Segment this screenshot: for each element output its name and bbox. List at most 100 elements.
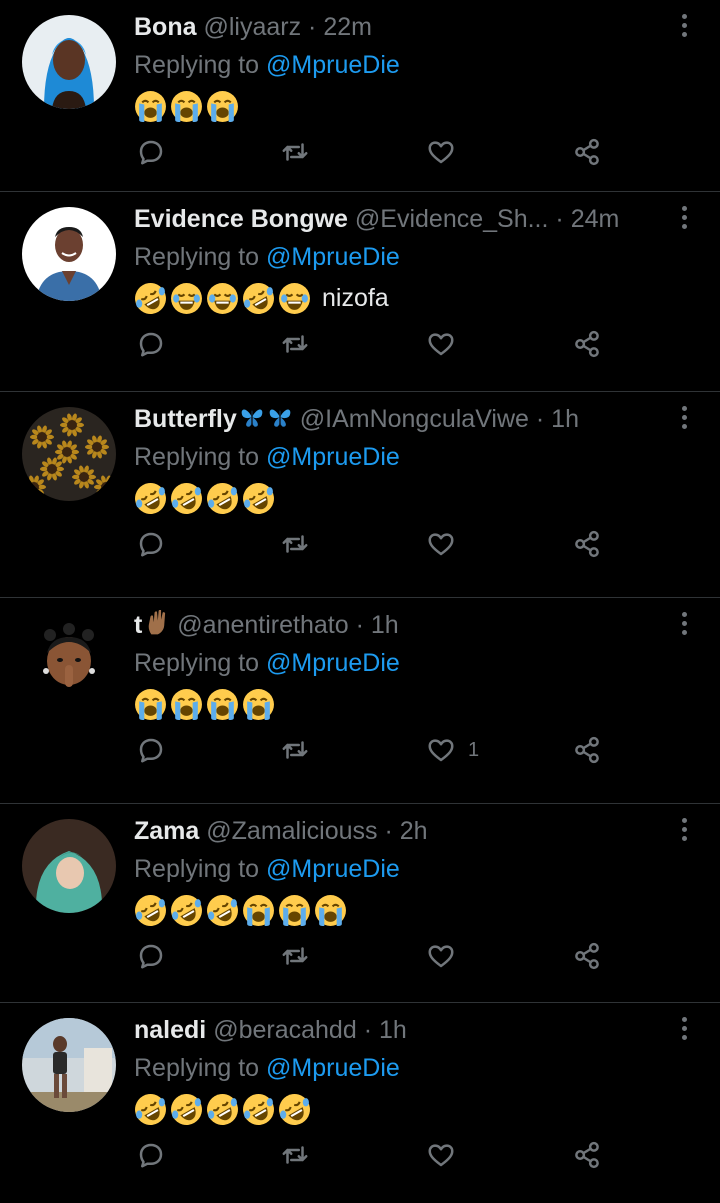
share-button[interactable]: [572, 132, 602, 172]
user-handle[interactable]: @Evidence_Sh...: [355, 205, 549, 233]
separator-dot: ·: [555, 205, 564, 233]
like-icon: [426, 529, 456, 559]
action-bar: [134, 524, 614, 564]
user-handle[interactable]: @liyaarz: [203, 13, 301, 41]
timestamp[interactable]: 1h: [379, 1016, 407, 1044]
like-button[interactable]: [426, 324, 456, 364]
tweet-header: Evidence Bongwe @Evidence_Sh... · 24m: [134, 202, 672, 236]
action-bar: [134, 132, 614, 172]
share-button[interactable]: [572, 524, 602, 564]
avatar[interactable]: [22, 15, 116, 109]
avatar[interactable]: [22, 819, 116, 913]
timestamp[interactable]: 2h: [400, 817, 428, 845]
like-button[interactable]: [426, 132, 456, 172]
avatar[interactable]: [22, 613, 116, 707]
mention-link[interactable]: @MprueDie: [266, 443, 400, 471]
tweet-header: Bona @liyaarz · 22m: [134, 10, 672, 44]
display-name[interactable]: t: [134, 611, 142, 639]
retweet-button[interactable]: [280, 1135, 310, 1175]
like-button[interactable]: [426, 936, 456, 976]
share-icon: [572, 735, 602, 765]
more-options-icon[interactable]: [672, 406, 696, 434]
retweet-button[interactable]: [280, 524, 310, 564]
share-button[interactable]: [572, 324, 602, 364]
display-name[interactable]: Evidence Bongwe: [134, 205, 348, 233]
reply-button[interactable]: [136, 936, 166, 976]
retweet-button[interactable]: [280, 730, 310, 770]
cry-emoji-icon: [278, 894, 311, 927]
retweet-button[interactable]: [280, 132, 310, 172]
reply-button[interactable]: [136, 132, 166, 172]
share-button[interactable]: [572, 1135, 602, 1175]
more-options-icon[interactable]: [672, 206, 696, 234]
retweet-button[interactable]: [280, 936, 310, 976]
retweet-icon: [280, 735, 310, 765]
like-icon: [426, 137, 456, 167]
retweet-icon: [280, 529, 310, 559]
cry-emoji-icon: [170, 90, 203, 123]
reply-icon: [136, 137, 166, 167]
timestamp[interactable]: 1h: [371, 611, 399, 639]
reply-tweet[interactable]: Bona @liyaarz · 22m Replying to @MprueDie: [0, 0, 720, 192]
cry-emoji-icon: [242, 688, 275, 721]
more-options-icon[interactable]: [672, 818, 696, 846]
cry-emoji-icon: [314, 894, 347, 927]
display-name[interactable]: naledi: [134, 1016, 206, 1044]
reply-button[interactable]: [136, 730, 166, 770]
tweet-header: naledi @beracahdd · 1h: [134, 1013, 672, 1047]
joy-emoji-icon: [206, 282, 239, 315]
timestamp[interactable]: 22m: [323, 13, 372, 41]
user-handle[interactable]: @anentirethato: [177, 611, 348, 639]
user-handle[interactable]: @Zamaliciouss: [206, 817, 377, 845]
retweet-button[interactable]: [280, 324, 310, 364]
replying-to-label: Replying to: [134, 443, 260, 471]
tweet-body: [134, 686, 278, 722]
share-button[interactable]: [572, 730, 602, 770]
rofl-emoji-icon: [242, 1093, 275, 1126]
avatar[interactable]: [22, 1018, 116, 1112]
user-handle[interactable]: @IAmNongculaViwe: [300, 405, 529, 433]
like-icon: [426, 329, 456, 359]
replying-to: Replying to @MprueDie: [134, 442, 400, 472]
display-name[interactable]: Butterfly: [134, 405, 237, 433]
tweet-body: [134, 1091, 314, 1127]
rofl-emoji-icon: [170, 482, 203, 515]
rofl-emoji-icon: [278, 1093, 311, 1126]
like-button[interactable]: [426, 524, 456, 564]
avatar[interactable]: [22, 207, 116, 301]
mention-link[interactable]: @MprueDie: [266, 649, 400, 677]
rofl-emoji-icon: [134, 482, 167, 515]
reply-tweet[interactable]: Zama @Zamaliciouss · 2h Replying to @Mpru…: [0, 804, 720, 1003]
reply-tweet[interactable]: naledi @beracahdd · 1h Replying to @Mprue…: [0, 1003, 720, 1203]
mention-link[interactable]: @MprueDie: [266, 855, 400, 883]
like-icon: [426, 941, 456, 971]
like-button[interactable]: 1: [426, 730, 479, 770]
like-button[interactable]: [426, 1135, 456, 1175]
mention-link[interactable]: @MprueDie: [266, 1054, 400, 1082]
display-name[interactable]: Zama: [134, 817, 199, 845]
mention-link[interactable]: @MprueDie: [266, 51, 400, 79]
retweet-icon: [280, 941, 310, 971]
share-button[interactable]: [572, 936, 602, 976]
rofl-emoji-icon: [170, 1093, 203, 1126]
avatar[interactable]: [22, 407, 116, 501]
reply-tweet[interactable]: Evidence Bongwe @Evidence_Sh... · 24m Rep…: [0, 192, 720, 392]
user-handle[interactable]: @beracahdd: [213, 1016, 357, 1044]
reply-tweet[interactable]: t @anentirethato · 1h Replying to @MprueD…: [0, 598, 720, 804]
more-options-icon[interactable]: [672, 1017, 696, 1045]
timestamp[interactable]: 1h: [551, 405, 579, 433]
reply-button[interactable]: [136, 524, 166, 564]
tweet-header: Butterfly @IAmNongculaViwe · 1h: [134, 402, 672, 436]
reply-button[interactable]: [136, 1135, 166, 1175]
timestamp[interactable]: 24m: [571, 205, 620, 233]
tweet-body: [134, 480, 278, 516]
mention-link[interactable]: @MprueDie: [266, 243, 400, 271]
reply-button[interactable]: [136, 324, 166, 364]
display-name[interactable]: Bona: [134, 13, 197, 41]
rofl-emoji-icon: [206, 1093, 239, 1126]
more-options-icon[interactable]: [672, 612, 696, 640]
tweet-header: t @anentirethato · 1h: [134, 608, 672, 642]
reply-tweet[interactable]: Butterfly @IAmNongculaViwe · 1h Replying …: [0, 392, 720, 598]
replying-to: Replying to @MprueDie: [134, 854, 400, 884]
more-options-icon[interactable]: [672, 14, 696, 42]
